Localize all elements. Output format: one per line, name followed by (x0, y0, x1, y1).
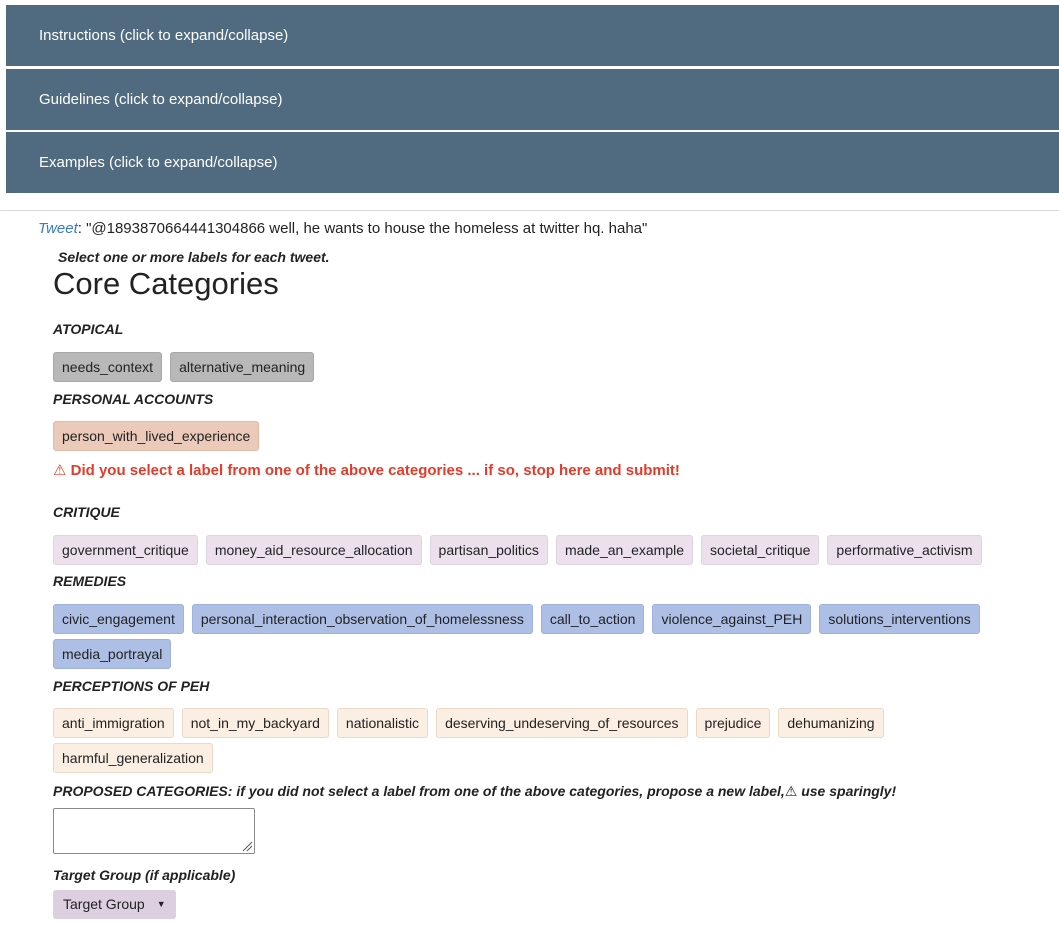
tweet-label: Tweet (38, 220, 78, 237)
stop-warning: ⚠ Did you select a label from one of the… (53, 462, 680, 479)
tweet-line: Tweet: "@1893870664441304866 well, he wa… (38, 220, 647, 237)
category-title-remedies: REMEDIES (53, 573, 127, 589)
label-chip[interactable]: harmful_generalization (53, 743, 213, 773)
label-row-remedies-2: media_portrayal (53, 639, 172, 669)
examples-panel-header[interactable]: Examples (click to expand/collapse) (6, 132, 1059, 193)
target-group-selected: Target Group (63, 896, 145, 912)
label-chip[interactable]: government_critique (53, 535, 198, 565)
label-chip[interactable]: alternative_meaning (170, 352, 315, 382)
category-title-atopical: ATOPICAL (53, 321, 124, 337)
label-chip[interactable]: nationalistic (336, 708, 429, 738)
label-chip[interactable]: solutions_interventions (819, 604, 980, 634)
label-chip[interactable]: anti_immigration (53, 708, 174, 738)
label-chip[interactable]: performative_activism (827, 535, 982, 565)
guidelines-panel-label: Guidelines (click to expand/collapse) (39, 91, 283, 108)
label-chip[interactable]: societal_critique (701, 535, 820, 565)
category-title-personal-accounts: PERSONAL ACCOUNTS (53, 391, 214, 407)
label-chip[interactable]: media_portrayal (53, 639, 172, 669)
label-chip[interactable]: money_aid_resource_allocation (205, 535, 422, 565)
instructions-panel-header[interactable]: Instructions (click to expand/collapse) (6, 5, 1059, 66)
label-chip[interactable]: personal_interaction_observation_of_home… (191, 604, 533, 634)
section-divider (0, 210, 1059, 211)
category-title-proposed: PROPOSED CATEGORIES: if you did not sele… (53, 783, 897, 799)
label-row-perceptions: anti_immigration not_in_my_backyard nati… (53, 708, 884, 738)
label-row-critique: government_critique money_aid_resource_a… (53, 535, 982, 565)
task-instruction: Select one or more labels for each tweet… (58, 249, 330, 265)
label-chip[interactable]: call_to_action (540, 604, 645, 634)
guidelines-panel-header[interactable]: Guidelines (click to expand/collapse) (6, 69, 1059, 130)
target-group-dropdown[interactable]: Target Group ▼ (53, 890, 176, 919)
caret-down-icon: ▼ (156, 899, 166, 909)
label-row-atopical: needs_context alternative_meaning (53, 352, 315, 382)
label-chip[interactable]: violence_against_PEH (652, 604, 812, 634)
target-group-title: Target Group (if applicable) (53, 867, 236, 883)
label-chip[interactable]: civic_engagement (53, 604, 184, 634)
label-chip[interactable]: prejudice (695, 708, 771, 738)
label-chip[interactable]: deserving_undeserving_of_resources (436, 708, 688, 738)
examples-panel-label: Examples (click to expand/collapse) (39, 154, 278, 171)
instructions-panel-label: Instructions (click to expand/collapse) (39, 27, 289, 44)
page-title: Core Categories (53, 266, 279, 301)
label-chip[interactable]: needs_context (53, 352, 163, 382)
proposed-label-input[interactable] (53, 808, 255, 854)
category-title-critique: CRITIQUE (53, 504, 120, 520)
label-row-perceptions-2: harmful_generalization (53, 743, 213, 773)
label-chip[interactable]: person_with_lived_experience (53, 421, 260, 451)
label-chip[interactable]: dehumanizing (778, 708, 884, 738)
label-row-remedies: civic_engagement personal_interaction_ob… (53, 604, 980, 634)
label-row-personal-accounts: person_with_lived_experience (53, 421, 260, 451)
tweet-text: : "@1893870664441304866 well, he wants t… (77, 220, 648, 237)
label-chip[interactable]: not_in_my_backyard (181, 708, 329, 738)
label-chip[interactable]: partisan_politics (429, 535, 548, 565)
label-chip[interactable]: made_an_example (555, 535, 694, 565)
category-title-perceptions: PERCEPTIONS OF PEH (53, 678, 210, 694)
